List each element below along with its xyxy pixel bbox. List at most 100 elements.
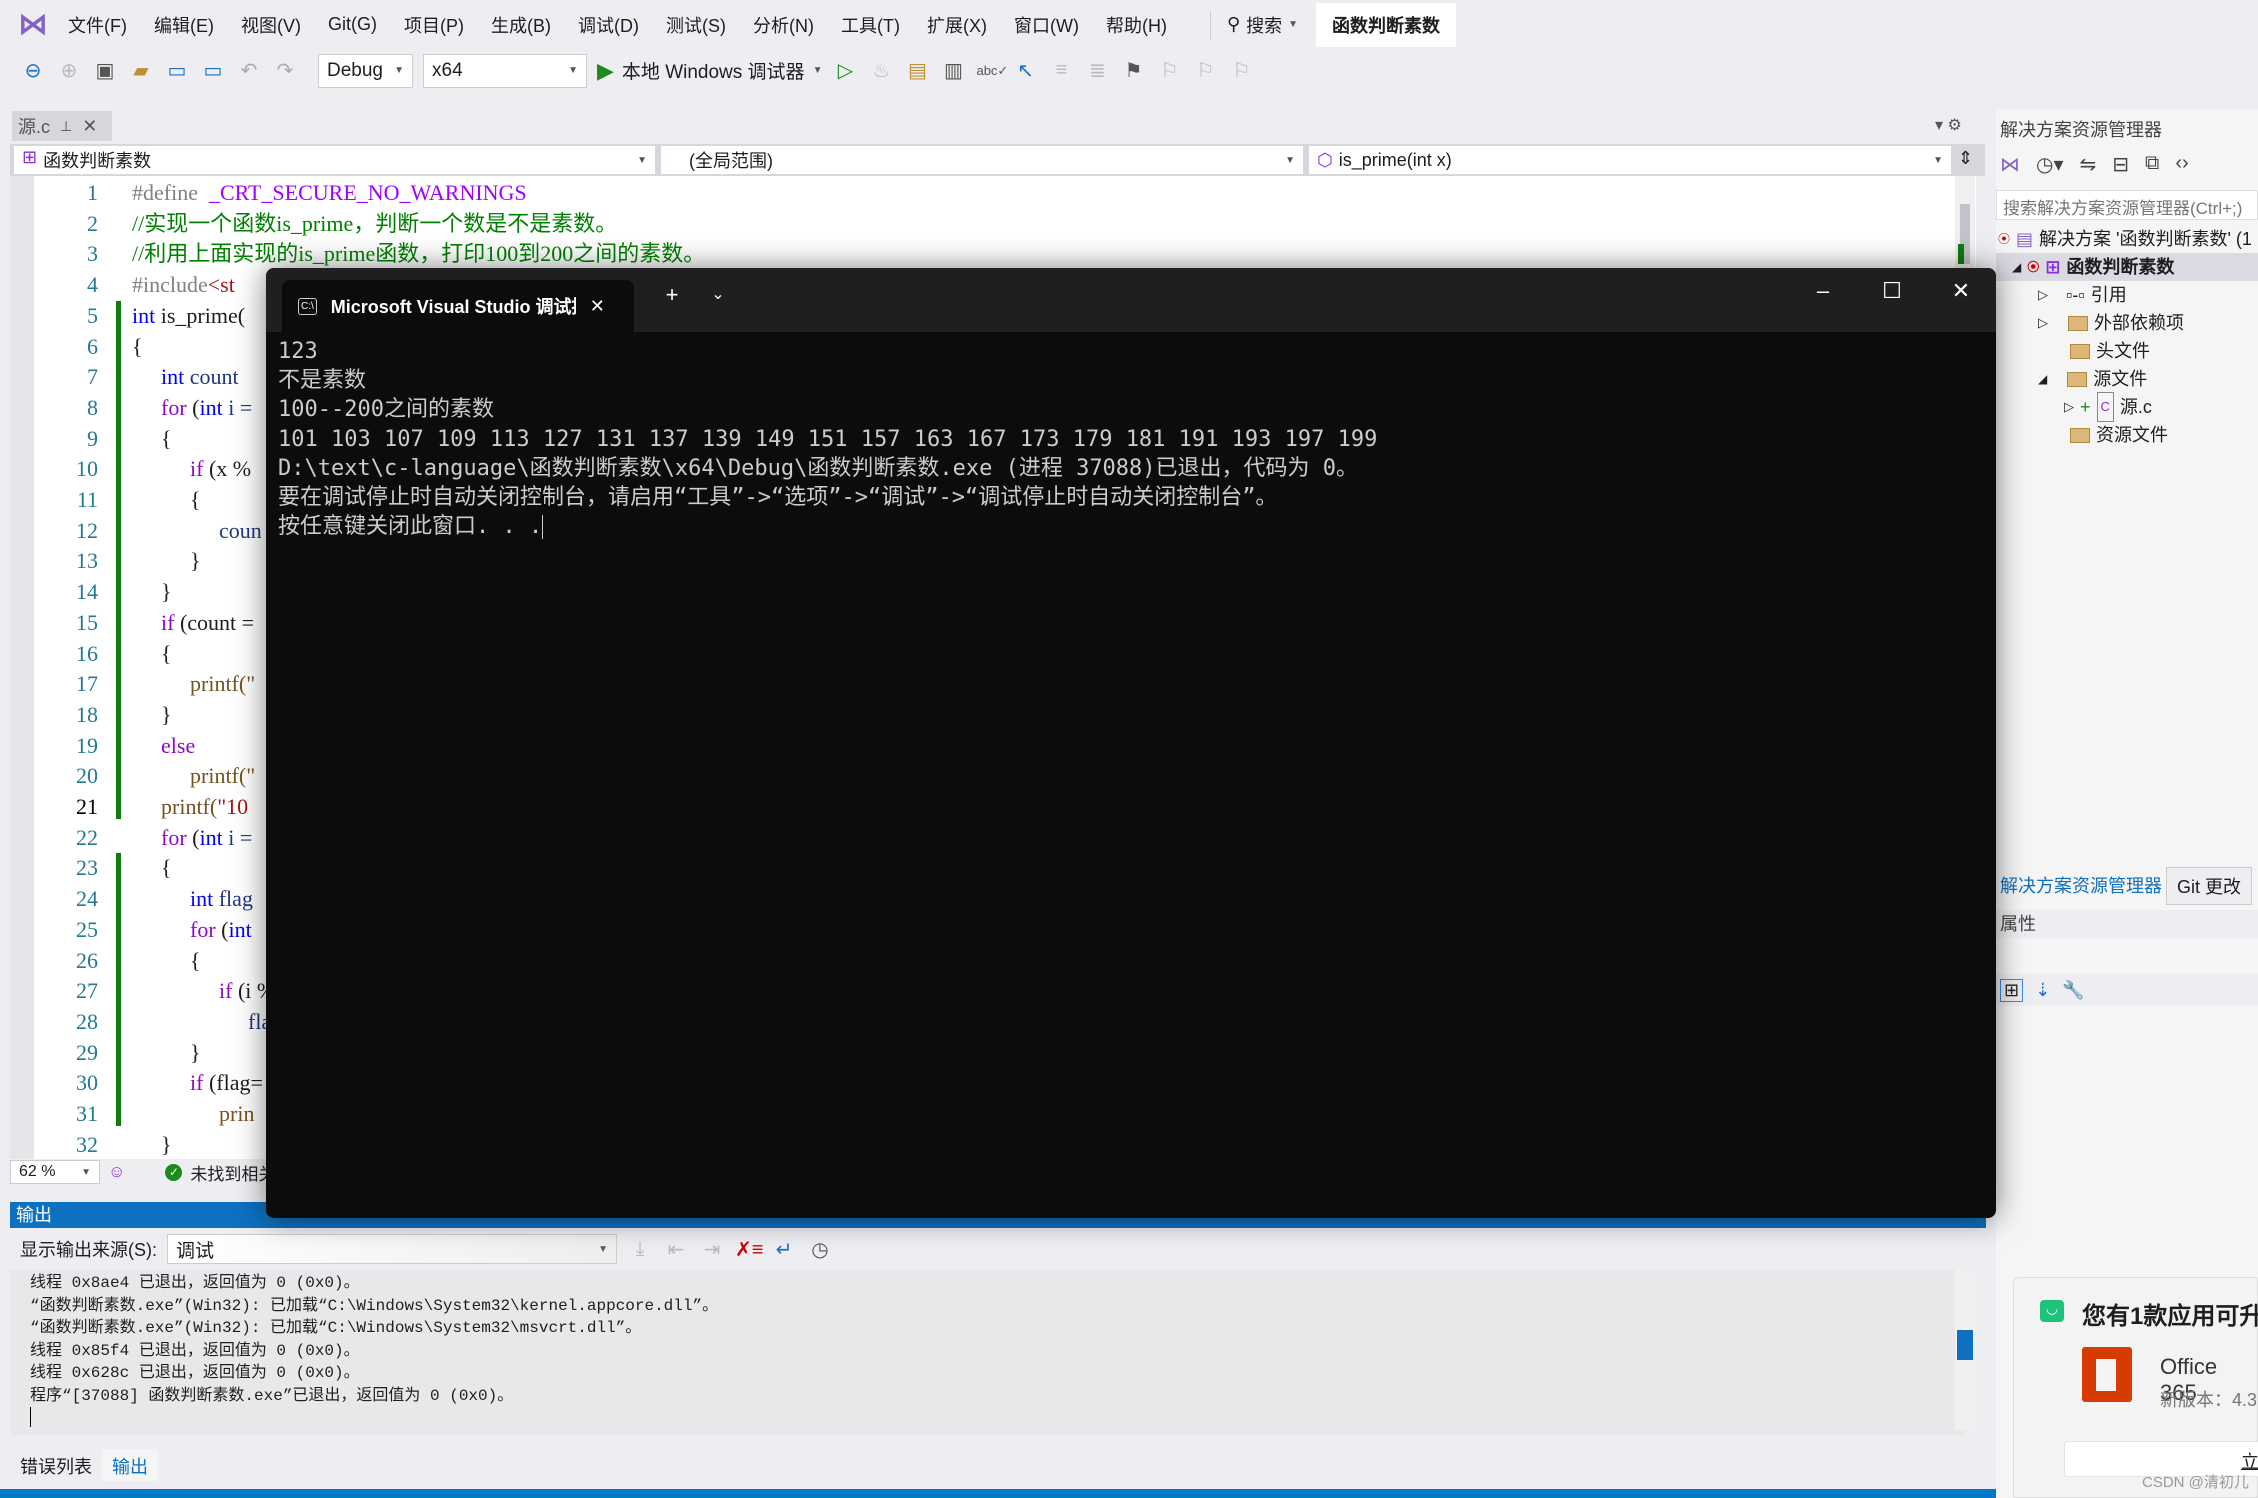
visual-studio-logo-icon[interactable]: ⋈ <box>16 8 50 42</box>
next-bookmark-icon[interactable]: ⚐ <box>1192 58 1218 83</box>
code-line[interactable]: //利用上面实现的is_prime函数，打印100到200之间的素数。 <box>132 238 705 269</box>
tab-dropdown-icon[interactable]: ⌄ <box>698 284 738 304</box>
show-all-files-icon[interactable]: ⧉ <box>2145 152 2159 177</box>
code-line[interactable]: coun <box>219 515 262 546</box>
indent-icon[interactable]: ≣ <box>1084 58 1110 83</box>
tree-header-files[interactable]: 头文件 <box>2070 337 2150 365</box>
search-button[interactable]: ⚲ 搜索 ▼ <box>1227 12 1298 38</box>
tree-external-deps[interactable]: ▷ 外部依赖项 <box>2038 309 2184 337</box>
tab-error-list[interactable]: 错误列表 <box>10 1449 102 1481</box>
open-file-icon[interactable]: ▰ <box>128 58 154 83</box>
word-wrap-icon[interactable]: ↵ <box>771 1237 797 1262</box>
settings-gear-icon[interactable]: ▾ ⚙ <box>1935 115 1962 135</box>
code-line[interactable]: for (int i = <box>161 822 252 853</box>
tab-solution-explorer[interactable]: 解决方案资源管理器 <box>1996 867 2166 905</box>
menu-file[interactable]: 文件(F) <box>68 12 127 38</box>
alphabetical-icon[interactable]: ⇣ <box>2035 980 2050 1001</box>
output-text[interactable]: 线程 0x8ae4 已退出，返回值为 0 (0x0)。 “函数判断素数.exe”… <box>10 1270 1966 1435</box>
debug-console-window[interactable]: C:\ Microsoft Visual Studio 调试控 ✕ + ⌄ – … <box>266 268 1996 1218</box>
code-line[interactable]: { <box>161 638 172 669</box>
output-scrollbar[interactable] <box>1955 1270 1975 1430</box>
code-line[interactable]: } <box>161 699 172 730</box>
clear-bookmarks-icon[interactable]: ⚐ <box>1228 58 1254 83</box>
save-all-icon[interactable]: ▭ <box>200 58 226 83</box>
code-line[interactable]: } <box>190 545 201 576</box>
tab-output[interactable]: 输出 <box>102 1449 158 1481</box>
code-line[interactable]: if (x % <box>190 453 251 484</box>
close-tab-icon[interactable]: ✕ <box>590 296 605 317</box>
next-message-icon[interactable]: ⇥ <box>699 1237 725 1262</box>
configuration-dropdown[interactable]: Debug ▼ <box>318 53 413 88</box>
code-line[interactable]: for (int <box>190 914 252 945</box>
intellicode-icon[interactable]: ☺ <box>108 1162 125 1182</box>
tree-references[interactable]: ▷ ▫-▫ 引用 <box>2038 281 2127 309</box>
code-line[interactable]: int flag <box>190 883 253 914</box>
menu-edit[interactable]: 编辑(E) <box>154 12 214 38</box>
new-tab-icon[interactable]: + <box>652 282 692 308</box>
minimize-icon[interactable]: – <box>1803 278 1843 304</box>
previous-message-icon[interactable]: ⇤ <box>663 1237 689 1262</box>
code-line[interactable]: { <box>132 331 143 362</box>
menu-test[interactable]: 测试(S) <box>666 12 726 38</box>
find-message-icon[interactable]: ⤓ <box>627 1238 653 1261</box>
solution-search-input[interactable]: 搜索解决方案资源管理器(Ctrl+;) <box>1996 190 2258 220</box>
tree-source-c[interactable]: ▷ + C 源.c <box>2064 392 2152 422</box>
menu-build[interactable]: 生成(B) <box>491 12 551 38</box>
code-line[interactable]: if (count = <box>161 607 254 638</box>
console-output[interactable]: 123 不是素数 100--200之间的素数 101 103 107 109 1… <box>278 337 1377 541</box>
menu-help[interactable]: 帮助(H) <box>1106 12 1167 38</box>
pin-icon[interactable]: ⊥ <box>60 118 72 135</box>
bookmark-icon[interactable]: ⚑ <box>1120 58 1146 83</box>
sync-icon[interactable]: ⇋ <box>2080 152 2097 177</box>
project-dropdown[interactable]: ⊞ 函数判断素数 ▼ <box>14 146 655 174</box>
property-pages-icon[interactable]: 🔧 <box>2062 980 2084 1001</box>
menu-extensions[interactable]: 扩展(X) <box>927 12 987 38</box>
close-window-icon[interactable]: ✕ <box>1941 278 1981 304</box>
tree-resource-files[interactable]: 资源文件 <box>2070 421 2168 449</box>
code-line[interactable]: { <box>161 852 172 883</box>
redo-icon[interactable]: ↷ <box>272 58 298 83</box>
new-project-icon[interactable]: ▣ <box>92 58 118 83</box>
back-icon[interactable]: ⊖ <box>20 58 46 83</box>
tree-source-files[interactable]: ◢ 源文件 <box>2038 365 2147 393</box>
split-window-icon[interactable]: ⇕ <box>1958 148 1973 169</box>
console-title-bar[interactable]: C:\ Microsoft Visual Studio 调试控 ✕ + ⌄ – … <box>266 268 1996 332</box>
menu-project[interactable]: 项目(P) <box>404 12 464 38</box>
code-line[interactable]: for (int i = <box>161 392 252 423</box>
code-line[interactable]: { <box>190 945 201 976</box>
code-line[interactable]: printf(" <box>190 760 255 791</box>
find-in-files-icon[interactable]: ▤ <box>904 58 930 83</box>
code-line[interactable]: { <box>190 484 201 515</box>
code-line[interactable]: int count <box>161 361 239 392</box>
issues-status[interactable]: 未找到相关 <box>190 1160 275 1185</box>
start-debugging-button[interactable]: ▶ 本地 Windows 调试器 ▼ <box>597 57 822 84</box>
output-source-dropdown[interactable]: 调试 ▼ <box>167 1234 617 1264</box>
code-line[interactable]: } <box>190 1037 201 1068</box>
hot-reload-icon[interactable]: ♨ <box>868 58 894 83</box>
menu-window[interactable]: 窗口(W) <box>1014 12 1079 38</box>
menu-analyze[interactable]: 分析(N) <box>753 12 814 38</box>
menu-tools[interactable]: 工具(T) <box>841 12 900 38</box>
forward-icon[interactable]: ⊕ <box>56 58 82 83</box>
code-line[interactable]: int is_prime( <box>132 300 245 331</box>
code-line[interactable]: printf(" <box>190 668 255 699</box>
spell-check-icon[interactable]: abc✓ <box>976 63 1008 79</box>
prev-bookmark-icon[interactable]: ⚐ <box>1156 58 1182 83</box>
tab-git-changes[interactable]: Git 更改 <box>2166 867 2253 905</box>
scope-dropdown[interactable]: (全局范围) ▼ <box>661 146 1303 174</box>
code-line[interactable]: } <box>161 576 172 607</box>
console-tab[interactable]: C:\ Microsoft Visual Studio 调试控 ✕ <box>282 280 634 332</box>
platform-dropdown[interactable]: x64 ▼ <box>423 53 587 88</box>
maximize-icon[interactable]: ☐ <box>1872 278 1912 304</box>
save-icon[interactable]: ▭ <box>164 58 190 83</box>
code-line[interactable]: #include<st <box>132 269 235 300</box>
menu-view[interactable]: 视图(V) <box>241 12 301 38</box>
step-into-icon[interactable]: ↖ <box>1012 58 1038 83</box>
clear-all-icon[interactable]: ✗≡ <box>735 1237 763 1262</box>
code-line[interactable]: printf("10 <box>161 791 248 822</box>
categorized-icon[interactable]: ⊞ <box>2000 978 2024 1002</box>
tree-project[interactable]: ◢ ⦿ ⊞ 函数判断素数 <box>1996 253 2258 281</box>
tree-solution[interactable]: ⦿ ▤ 解决方案 '函数判断素数' (1 <box>1998 225 2252 253</box>
member-dropdown[interactable]: ⬡ is_prime(int x) ▼ <box>1309 146 1951 174</box>
collapse-all-icon[interactable]: ⊟ <box>2112 152 2129 177</box>
